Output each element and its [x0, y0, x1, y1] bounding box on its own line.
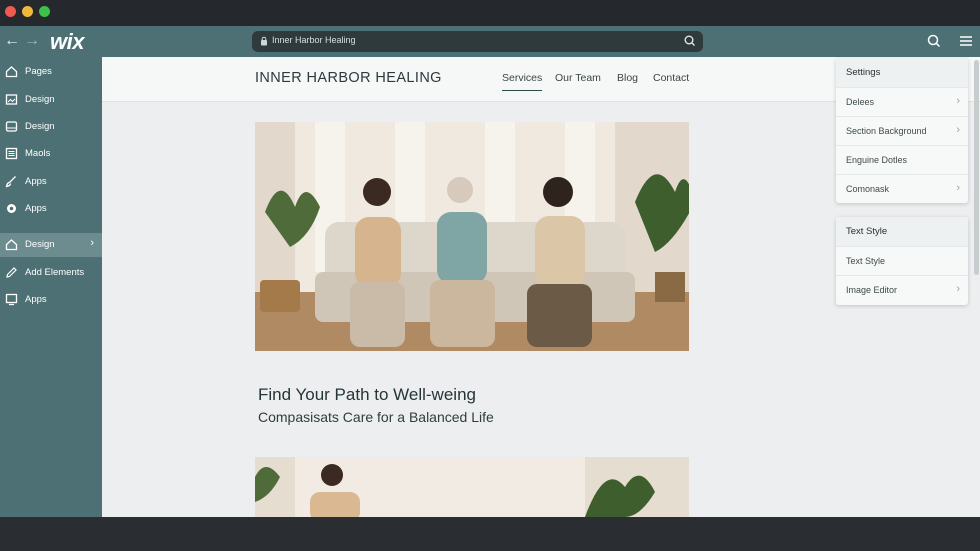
settings-panel-header: Settings: [836, 58, 968, 87]
settings-item-section-background[interactable]: Section Background ›: [836, 116, 968, 145]
house-icon: [5, 66, 18, 78]
house-icon: [5, 239, 18, 251]
nav-link-our-team[interactable]: Our Team: [555, 72, 601, 84]
sidebar-item-design-active[interactable]: Design ›: [0, 233, 102, 257]
text-panel-item-image-editor[interactable]: Image Editor ›: [836, 275, 968, 304]
text-style-panel: Text Style Text Style Image Editor ›: [836, 217, 968, 305]
sidebar-item-add-elements[interactable]: Add Elements: [0, 261, 102, 285]
page-subheadline[interactable]: Compasisats Care for a Balanced Life: [258, 409, 494, 425]
bottom-bar: [0, 517, 980, 551]
chevron-right-icon: ›: [90, 237, 94, 249]
secondary-image[interactable]: [255, 457, 689, 517]
window-titlebar: [0, 0, 980, 26]
address-bar-text: Inner Harbor Healing: [272, 35, 356, 45]
sidebar-item-label: Design: [25, 121, 55, 132]
settings-item-enguine-dotles[interactable]: Enguine Dotles: [836, 145, 968, 174]
settings-panel: Settings Delees › Section Background › E…: [836, 58, 968, 203]
minimize-window-button[interactable]: [22, 6, 33, 17]
settings-item-label: Enguine Dotles: [846, 155, 908, 165]
sidebar-item-apps[interactable]: Apps: [0, 197, 102, 221]
nav-link-blog[interactable]: Blog: [617, 72, 638, 84]
chevron-right-icon: ›: [956, 124, 960, 136]
sidebar-item-label: Apps: [25, 294, 47, 305]
text-style-panel-title: Text Style: [846, 226, 888, 237]
editor-sidebar: Pages Design Design Maols Apps Apps Desi…: [0, 57, 102, 517]
sidebar-item-label: Design: [25, 94, 55, 105]
gear-icon: [7, 204, 16, 213]
pencil-icon: [6, 267, 17, 278]
chevron-right-icon: ›: [956, 182, 960, 194]
search-icon[interactable]: [683, 34, 697, 48]
chevron-right-icon: ›: [956, 95, 960, 107]
chevron-right-icon: ›: [956, 283, 960, 295]
forward-arrow-icon[interactable]: →: [22, 32, 42, 52]
address-bar[interactable]: Inner Harbor Healing: [252, 31, 703, 52]
close-window-button[interactable]: [5, 6, 16, 17]
text-style-panel-header: Text Style: [836, 217, 968, 246]
apps-icon: [5, 293, 18, 306]
sidebar-item-label: Apps: [25, 176, 47, 187]
text-panel-item-label: Text Style: [846, 256, 886, 266]
hamburger-menu-icon[interactable]: [958, 33, 974, 49]
settings-item-label: Comonask: [846, 184, 890, 194]
settings-item-label: Delees: [846, 97, 875, 107]
search-icon[interactable]: [926, 33, 942, 49]
page-headline[interactable]: Find Your Path to Well-weing: [258, 385, 476, 405]
site-brand-title[interactable]: INNER HARBOR HEALING: [255, 70, 442, 86]
nav-link-services[interactable]: Services: [502, 72, 543, 91]
settings-panel-title: Settings: [846, 67, 881, 78]
list-icon: [5, 147, 18, 160]
brush-icon: [5, 176, 16, 188]
layout-icon: [5, 121, 18, 132]
wix-logo: wix: [50, 29, 84, 54]
editor-toolbar: ← → wix Inner Harbor Healing: [0, 26, 980, 57]
settings-item-comonask[interactable]: Comonask ›: [836, 174, 968, 203]
sidebar-item-label: Add Elements: [25, 267, 85, 278]
sidebar-item-label: Pages: [25, 66, 52, 77]
sidebar-item-label: Apps: [25, 203, 47, 214]
image-icon: [5, 94, 18, 105]
text-panel-item-text-style[interactable]: Text Style: [836, 246, 968, 275]
sidebar-item-pages[interactable]: Pages: [0, 60, 102, 84]
sidebar-item-apps[interactable]: Apps: [0, 288, 102, 312]
vertical-scrollbar[interactable]: [974, 60, 979, 275]
sidebar-item-maols[interactable]: Maols: [0, 142, 102, 166]
sidebar-item-design[interactable]: Design: [0, 115, 102, 139]
sidebar-item-label: Design: [25, 239, 55, 250]
hero-image[interactable]: [255, 122, 689, 351]
maximize-window-button[interactable]: [39, 6, 50, 17]
sidebar-item-label: Maols: [25, 148, 51, 159]
sidebar-item-apps[interactable]: Apps: [0, 170, 102, 194]
back-arrow-icon[interactable]: ←: [2, 32, 22, 52]
lock-icon: [261, 36, 267, 46]
text-panel-item-label: Image Editor: [846, 285, 898, 295]
settings-item-delees[interactable]: Delees ›: [836, 87, 968, 116]
settings-item-label: Section Background: [846, 126, 927, 136]
nav-link-contact[interactable]: Contact: [653, 72, 689, 84]
sidebar-item-design[interactable]: Design: [0, 88, 102, 112]
